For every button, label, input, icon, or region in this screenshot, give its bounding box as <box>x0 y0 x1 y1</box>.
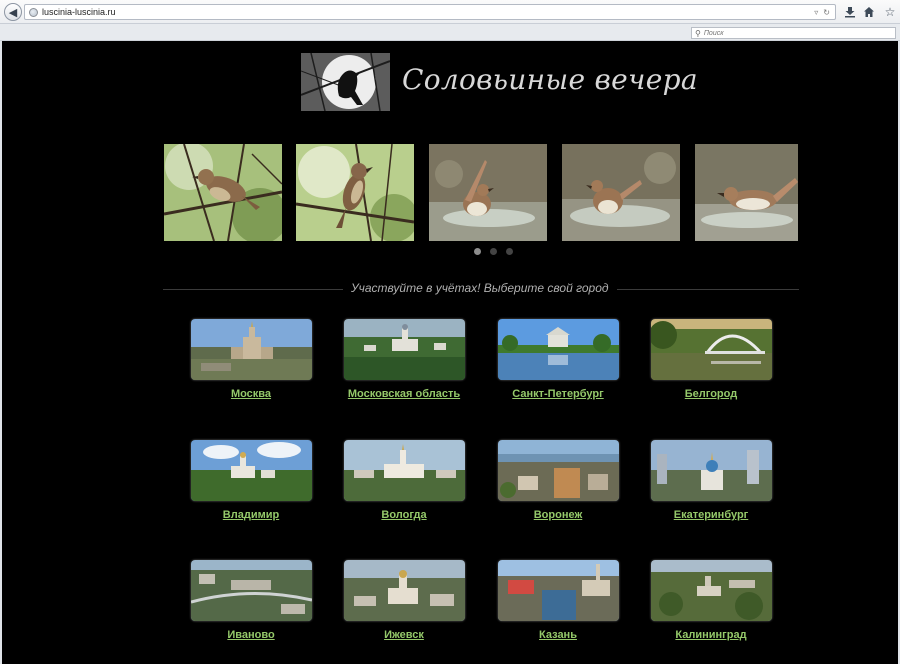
city-link[interactable]: Воронеж <box>497 509 619 521</box>
city-card[interactable]: Калининград <box>650 560 772 641</box>
city-thumbnail[interactable] <box>343 560 465 621</box>
moscow-photo <box>190 319 312 380</box>
slide-photo[interactable] <box>562 144 680 241</box>
city-thumbnail[interactable] <box>343 440 465 501</box>
city-thumbnail[interactable] <box>650 560 772 621</box>
arrow-left-icon: ◀ <box>8 6 18 19</box>
city-thumbnail[interactable] <box>190 560 312 621</box>
city-card[interactable]: Московская область <box>343 319 465 400</box>
slide-photo[interactable] <box>164 144 282 241</box>
url-text: luscinia-luscinia.ru <box>42 7 116 17</box>
city-thumbnail[interactable] <box>650 319 772 380</box>
bookmark-button[interactable]: ☆ <box>882 4 898 20</box>
section-heading: Участвуйте в учётах! Выберите свой город <box>343 281 617 295</box>
city-thumbnail[interactable] <box>190 319 312 380</box>
voronezh-photo <box>497 440 619 501</box>
nightingale-photo <box>695 144 798 241</box>
city-card[interactable]: Иваново <box>190 560 312 641</box>
city-card[interactable]: Владимир <box>190 440 312 521</box>
slide-photo[interactable] <box>296 144 414 241</box>
city-thumbnail[interactable] <box>190 440 312 501</box>
globe-icon <box>29 7 38 17</box>
download-button[interactable] <box>842 4 858 20</box>
city-card[interactable]: Санкт-Петербург <box>497 319 619 400</box>
izhevsk-photo <box>343 560 465 621</box>
nightingale-photo <box>296 144 414 241</box>
city-card[interactable]: Воронеж <box>497 440 619 521</box>
city-link[interactable]: Москва <box>190 388 312 400</box>
browser-toolbar: ◀ luscinia-luscinia.ru ▿ ↻ ☆ <box>0 0 900 24</box>
slider-dot[interactable] <box>474 248 481 255</box>
home-button[interactable] <box>861 4 877 20</box>
search-toolbar: ⚲ <box>0 24 900 41</box>
city-thumbnail[interactable] <box>650 440 772 501</box>
city-card[interactable]: Москва <box>190 319 312 400</box>
ivanovo-photo <box>190 560 312 621</box>
city-link[interactable]: Калининград <box>650 629 772 641</box>
city-thumbnail[interactable] <box>343 319 465 380</box>
moscow-region-photo <box>343 319 465 380</box>
city-link[interactable]: Вологда <box>343 509 465 521</box>
search-input[interactable] <box>703 29 884 37</box>
city-link[interactable]: Иваново <box>190 629 312 641</box>
web-page: Соловьиные вечера Участвуйте в учётах! В… <box>2 41 898 664</box>
site-title: Соловьиные вечера <box>402 63 698 96</box>
slider-pagination <box>474 248 513 255</box>
star-icon: ☆ <box>884 5 896 19</box>
city-link[interactable]: Московская область <box>343 388 465 400</box>
saint-petersburg-photo <box>497 319 619 380</box>
reload-icon[interactable]: ↻ <box>823 8 830 17</box>
search-icon: ⚲ <box>695 28 701 38</box>
search-box[interactable]: ⚲ <box>691 27 896 39</box>
slide-photo[interactable] <box>429 144 547 241</box>
belgorod-photo <box>650 319 772 380</box>
kazan-photo <box>497 560 619 621</box>
city-thumbnail[interactable] <box>497 560 619 621</box>
nightingale-photo <box>164 144 282 241</box>
vologda-photo <box>343 440 465 501</box>
city-link[interactable]: Санкт-Петербург <box>497 388 619 400</box>
city-link[interactable]: Казань <box>497 629 619 641</box>
nightingale-moon-logo <box>301 53 390 111</box>
download-icon <box>845 7 855 18</box>
yekaterinburg-photo <box>650 440 772 501</box>
slider-dot[interactable] <box>490 248 497 255</box>
address-bar[interactable]: luscinia-luscinia.ru ▿ ↻ <box>24 4 836 20</box>
city-card[interactable]: Казань <box>497 560 619 641</box>
nightingale-photo <box>429 144 547 241</box>
city-card[interactable]: Вологда <box>343 440 465 521</box>
slide-photo[interactable] <box>695 144 798 241</box>
city-thumbnail[interactable] <box>497 319 619 380</box>
dropdown-icon[interactable]: ▿ <box>814 8 818 17</box>
city-thumbnail[interactable] <box>497 440 619 501</box>
city-link[interactable]: Екатеринбург <box>650 509 772 521</box>
nightingale-photo <box>562 144 680 241</box>
slider-dot[interactable] <box>506 248 513 255</box>
city-card[interactable]: Ижевск <box>343 560 465 641</box>
site-logo[interactable] <box>301 53 390 111</box>
back-button[interactable]: ◀ <box>4 3 22 21</box>
vladimir-photo <box>190 440 312 501</box>
home-icon <box>864 7 874 17</box>
city-link[interactable]: Ижевск <box>343 629 465 641</box>
city-card[interactable]: Белгород <box>650 319 772 400</box>
city-link[interactable]: Владимир <box>190 509 312 521</box>
city-link[interactable]: Белгород <box>650 388 772 400</box>
city-card[interactable]: Екатеринбург <box>650 440 772 521</box>
kaliningrad-photo <box>650 560 772 621</box>
